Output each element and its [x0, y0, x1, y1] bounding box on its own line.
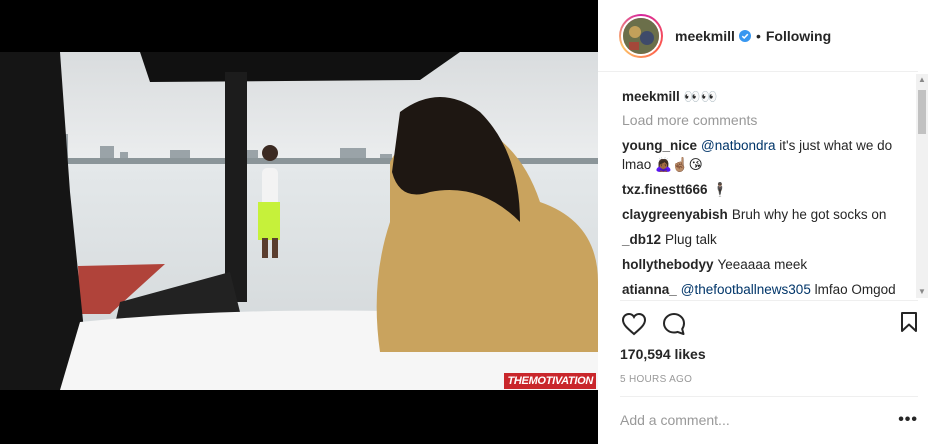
comment-item: atianna_ @thefootballnews305 lmfao Omgod …: [622, 280, 908, 299]
photo-scene: [0, 52, 598, 390]
comment-mention[interactable]: @natbondra: [701, 138, 776, 153]
more-options-icon[interactable]: •••: [898, 411, 918, 429]
comment-username[interactable]: young_nice: [622, 138, 697, 153]
comment-username[interactable]: txz.finestt666: [622, 182, 708, 197]
comment-text: 🕴🏽: [711, 182, 729, 197]
post-timestamp[interactable]: 5 HOURS AGO: [620, 374, 918, 385]
avatar[interactable]: [619, 13, 663, 58]
comment-item: young_nice @natbondra it's just what we d…: [622, 136, 908, 174]
post-sidebar: meekmill • Following meekmill 👀👀 Load mor…: [598, 0, 930, 444]
comment-text: Bruh why he got socks on: [731, 207, 887, 222]
add-comment-bar: Add a comment... •••: [620, 396, 918, 442]
comment-item: hollythebodyy Yeeaaaa meek: [622, 255, 908, 274]
save-button[interactable]: [900, 311, 918, 336]
post-media-pane: THEMOTIVATION: [0, 0, 598, 444]
comment-text: Yeeaaaa meek: [717, 257, 808, 272]
caption-text: 👀👀: [683, 89, 718, 104]
action-icons-row: [620, 301, 918, 347]
comment-username[interactable]: atianna_: [622, 282, 677, 297]
comment-username[interactable]: _db12: [622, 232, 661, 247]
verified-badge-icon: [738, 29, 751, 42]
caption-username[interactable]: meekmill: [622, 89, 680, 104]
following-button[interactable]: Following: [766, 28, 831, 44]
scroll-up-arrow-icon[interactable]: ▲: [916, 74, 928, 86]
comment-button[interactable]: [660, 310, 688, 338]
comment-bubble-icon: [663, 313, 685, 335]
comments-scrollbar[interactable]: ▲ ▼: [916, 74, 928, 298]
comment-input[interactable]: Add a comment...: [620, 412, 898, 428]
load-more-comments-button[interactable]: Load more comments: [622, 112, 908, 128]
comment-mention[interactable]: @thefootballnews305: [681, 282, 811, 297]
header-username[interactable]: meekmill: [675, 28, 735, 44]
comment-item: claygreenyabish Bruh why he got socks on: [622, 205, 908, 224]
heart-icon: [621, 312, 647, 336]
post-actions: 170,594 likes 5 HOURS AGO: [620, 300, 918, 385]
caption: meekmill 👀👀: [622, 87, 908, 106]
comment-username[interactable]: claygreenyabish: [622, 207, 728, 222]
avatar-image: [621, 15, 661, 56]
header-separator: •: [755, 27, 761, 44]
like-button[interactable]: [620, 310, 648, 338]
post-photo[interactable]: THEMOTIVATION: [0, 52, 598, 390]
watermark-label: THEMOTIVATION: [504, 373, 596, 389]
comments-list: meekmill 👀👀 Load more comments young_nice…: [598, 73, 918, 299]
scroll-down-arrow-icon[interactable]: ▼: [916, 286, 928, 298]
comment-item: txz.finestt666 🕴🏽: [622, 180, 908, 199]
comment-username[interactable]: hollythebodyy: [622, 257, 714, 272]
avatar-graphic: [623, 17, 659, 54]
post-header: meekmill • Following: [598, 0, 918, 72]
comment-text: Plug talk: [665, 232, 717, 247]
comment-item: _db12 Plug talk: [622, 230, 908, 249]
scrollbar-thumb[interactable]: [918, 90, 926, 134]
likes-count[interactable]: 170,594 likes: [620, 346, 918, 362]
bookmark-icon: [901, 312, 917, 332]
